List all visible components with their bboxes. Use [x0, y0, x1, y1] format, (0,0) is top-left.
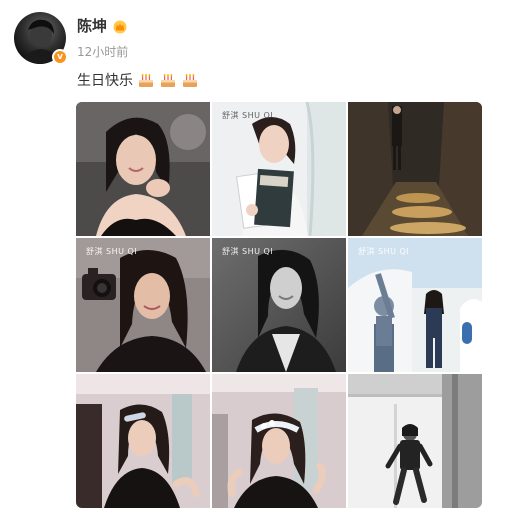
cake-icon	[161, 73, 175, 87]
weibo-post: v 陈坤 12小时前 生日快乐 舒淇 SHU QI 舒淇 SHU QI 舒淇 S…	[0, 0, 519, 513]
cake-icon	[139, 73, 153, 87]
cake-icon	[183, 73, 197, 87]
post-text-content: 生日快乐	[77, 73, 133, 89]
post-text: 生日快乐	[77, 70, 199, 90]
post-timestamp[interactable]: 12小时前	[77, 43, 128, 60]
photo-3[interactable]	[348, 102, 482, 236]
photo-7[interactable]	[76, 374, 210, 508]
photo-9[interactable]	[348, 374, 482, 508]
photo-5[interactable]: 舒淇 SHU QI	[212, 238, 346, 372]
crown-icon	[113, 20, 127, 33]
photo-watermark: 舒淇 SHU QI	[222, 111, 274, 120]
photo-4[interactable]: 舒淇 SHU QI	[76, 238, 210, 372]
photo-8[interactable]	[212, 374, 346, 508]
photo-1[interactable]	[76, 102, 210, 236]
photo-grid: 舒淇 SHU QI 舒淇 SHU QI 舒淇 SHU QI 舒淇 SHU QI	[76, 102, 482, 508]
photo-6[interactable]: 舒淇 SHU QI	[348, 238, 482, 372]
author-row: 陈坤	[77, 15, 128, 36]
avatar[interactable]: v	[14, 12, 68, 65]
photo-watermark: 舒淇 SHU QI	[86, 247, 138, 256]
author-name[interactable]: 陈坤	[77, 15, 107, 36]
photo-watermark: 舒淇 SHU QI	[222, 247, 274, 256]
photo-watermark: 舒淇 SHU QI	[358, 247, 410, 256]
photo-2[interactable]: 舒淇 SHU QI	[212, 102, 346, 236]
verified-badge-icon: v	[52, 49, 68, 65]
